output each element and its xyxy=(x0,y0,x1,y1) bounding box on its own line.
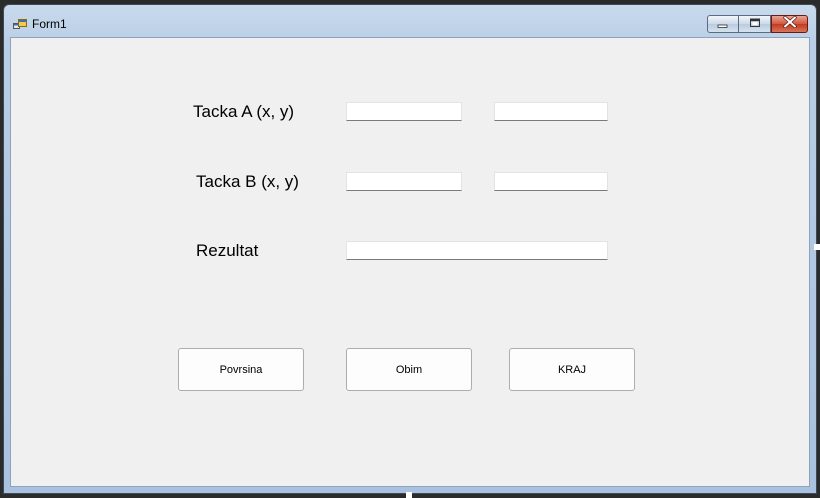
tacka-b-label: Tacka B (x, y) xyxy=(196,172,299,191)
obim-button[interactable]: Obim xyxy=(346,348,472,391)
maximize-button[interactable] xyxy=(739,15,771,33)
resize-handle-bottom[interactable] xyxy=(406,492,412,498)
tacka-a-label: Tacka A (x, y) xyxy=(193,102,295,121)
close-icon xyxy=(782,15,797,33)
close-button[interactable] xyxy=(771,15,808,33)
tacka-b-y-input[interactable] xyxy=(494,172,608,191)
winforms-app-icon xyxy=(13,18,27,30)
kraj-button[interactable]: KRAJ xyxy=(509,348,635,391)
povrsina-button[interactable]: Povrsina xyxy=(178,348,304,391)
window-title: Form1 xyxy=(32,17,67,31)
tacka-a-y-input[interactable] xyxy=(494,102,608,121)
title-bar[interactable]: Form1 xyxy=(4,5,816,37)
form-client-area: Tacka A (x, y) Tacka B (x, y) Rezultat P… xyxy=(10,37,810,487)
rezultat-output[interactable] xyxy=(346,241,608,260)
tacka-b-x-input[interactable] xyxy=(346,172,462,191)
maximize-icon xyxy=(749,15,761,33)
tacka-a-x-input[interactable] xyxy=(346,102,462,121)
minimize-icon xyxy=(717,15,729,33)
resize-handle-right[interactable] xyxy=(814,244,820,250)
rezultat-label: Rezultat xyxy=(196,241,259,260)
minimize-button[interactable] xyxy=(707,15,739,33)
form-window: Form1 Tacka A (x, y) Tacka B (x, y) Rezu… xyxy=(3,4,817,494)
